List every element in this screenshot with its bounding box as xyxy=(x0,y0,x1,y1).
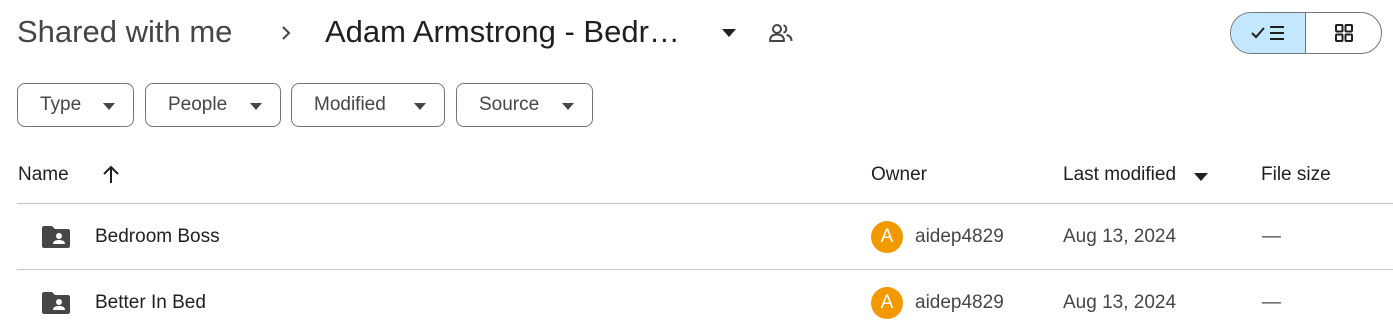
owner-name: aidep4829 xyxy=(915,226,1004,247)
drive-page: Shared with me Adam Armstrong - Bedr… Ty… xyxy=(0,0,1393,330)
arrow-drop-down-icon xyxy=(562,103,574,110)
filter-type-chip[interactable]: Type xyxy=(17,83,134,127)
check-list-icon xyxy=(1251,26,1284,40)
filter-source-chip[interactable]: Source xyxy=(456,83,593,127)
list-view-button[interactable] xyxy=(1231,13,1306,53)
file-name: Bedroom Boss xyxy=(95,226,220,247)
filter-label: Source xyxy=(479,94,540,115)
breadcrumb-shared-with-me[interactable]: Shared with me xyxy=(17,14,232,50)
arrow-drop-down-icon[interactable] xyxy=(720,28,738,38)
table-row[interactable]: Better In Bed A aidep4829 Aug 13, 2024 — xyxy=(0,270,1393,330)
grid-icon xyxy=(1334,24,1353,42)
file-name: Better In Bed xyxy=(95,292,206,313)
arrow-drop-down-icon[interactable] xyxy=(1194,173,1208,181)
shared-folder-icon xyxy=(42,226,70,248)
file-size: — xyxy=(1262,226,1281,247)
filter-label: Type xyxy=(40,94,82,115)
view-toggle xyxy=(1230,12,1382,54)
owner-name: aidep4829 xyxy=(915,292,1004,313)
last-modified: Aug 13, 2024 xyxy=(1063,292,1177,313)
arrow-drop-down-icon xyxy=(103,103,115,110)
shared-folder-icon xyxy=(42,292,70,314)
arrow-drop-down-icon xyxy=(414,103,426,110)
avatar: A xyxy=(871,221,903,253)
column-header-last-modified[interactable]: Last modified xyxy=(1063,164,1176,186)
column-header-name[interactable]: Name xyxy=(18,164,69,186)
filter-modified-chip[interactable]: Modified xyxy=(291,83,445,127)
avatar: A xyxy=(871,287,903,319)
people-icon xyxy=(769,24,793,42)
filter-label: People xyxy=(168,94,228,115)
arrow-upward-icon[interactable] xyxy=(102,165,120,185)
filter-label: Modified xyxy=(314,94,386,115)
chevron-right-icon xyxy=(282,26,291,40)
table-row[interactable]: Bedroom Boss A aidep4829 Aug 13, 2024 — xyxy=(0,204,1393,270)
grid-view-button[interactable] xyxy=(1306,13,1381,53)
filter-people-chip[interactable]: People xyxy=(145,83,281,127)
column-header-file-size: File size xyxy=(1261,164,1331,185)
breadcrumb-current-folder[interactable]: Adam Armstrong - Bedr… xyxy=(325,14,680,50)
column-header-owner: Owner xyxy=(871,164,927,185)
arrow-drop-down-icon xyxy=(250,103,262,110)
last-modified: Aug 13, 2024 xyxy=(1063,226,1177,247)
file-size: — xyxy=(1262,292,1281,313)
